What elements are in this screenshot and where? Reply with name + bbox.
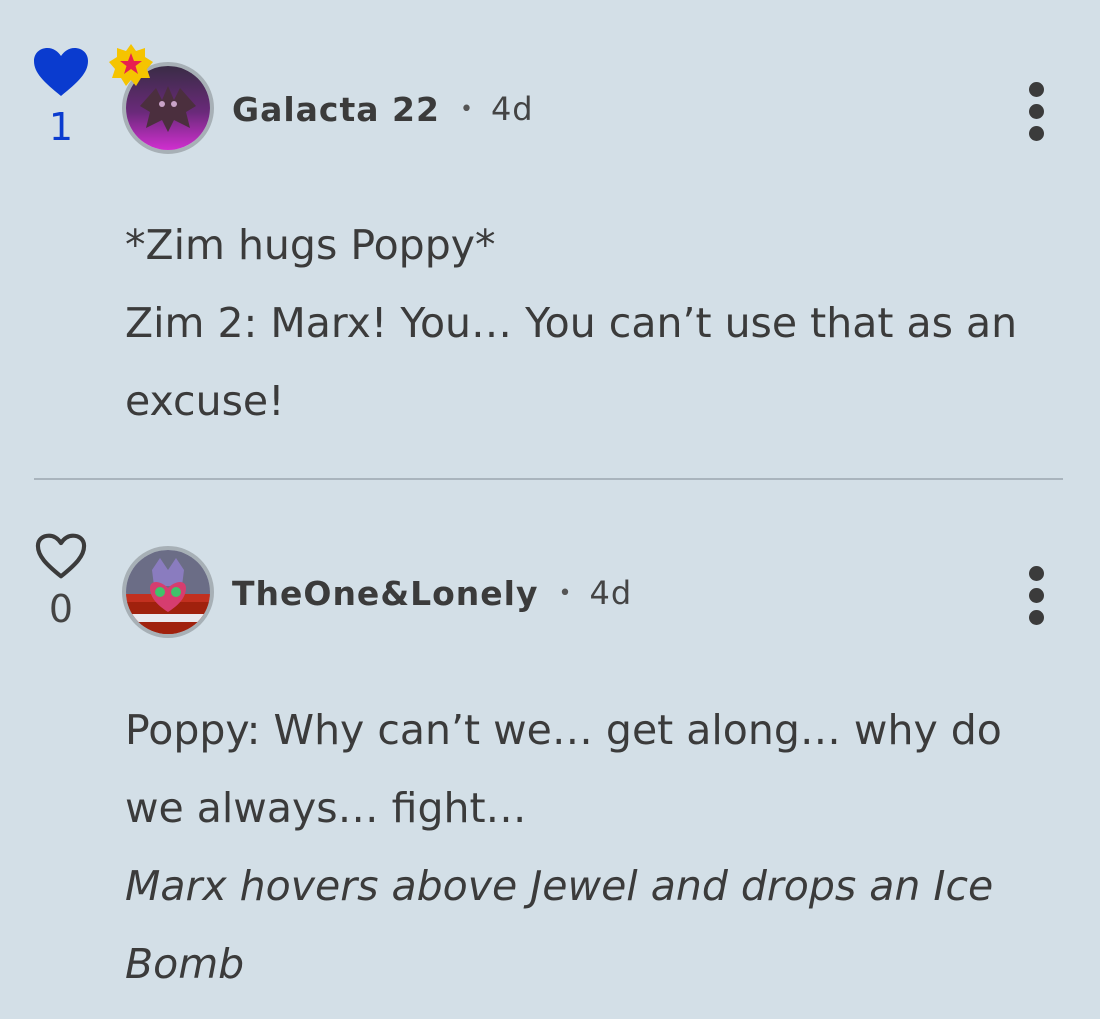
comment: 0 TheOne&Lonely • 4d Poppy: Why can’t we… [0, 480, 1100, 1019]
like-count: 1 [48, 105, 74, 149]
avatar[interactable] [122, 546, 214, 638]
separator-dot: • [459, 96, 473, 122]
avatar-image [126, 550, 210, 634]
comment-line: Poppy: Why can’t we… get along… why do w… [125, 706, 1002, 832]
comment-body: Poppy: Why can’t we… get along… why do w… [125, 691, 1065, 1003]
comment-line-italic: Marx hovers above Jewel and drops an Ice… [125, 847, 1065, 1003]
comment-body: *Zim hugs Poppy* Zim 2: Marx! You… You c… [125, 206, 1065, 440]
author-name[interactable]: TheOne&Lonely [232, 574, 539, 613]
comment-line: Zim 2: Marx! You… You can’t use that as … [125, 299, 1018, 425]
avatar[interactable] [109, 44, 214, 154]
like-button[interactable]: 1 [30, 46, 92, 150]
timestamp: 4d [589, 574, 633, 612]
comment-meta: TheOne&Lonely • 4d [232, 568, 632, 618]
like-button[interactable]: 0 [30, 532, 92, 632]
comment-meta: Galacta 22 • 4d [232, 84, 534, 134]
more-options-icon[interactable] [1020, 82, 1052, 148]
heart-outline-icon [35, 533, 87, 579]
heart-filled-icon [34, 48, 88, 96]
like-count: 0 [48, 587, 74, 631]
comment: 1 Galacta 22 • 4d *Zim hugs Poppy* Zim 2… [0, 0, 1100, 478]
star-badge-icon [109, 44, 153, 86]
action-text: Marx hovers above Jewel and drops an Ice… [125, 862, 994, 988]
separator-dot: • [558, 580, 572, 606]
timestamp: 4d [490, 90, 534, 128]
more-options-icon[interactable] [1020, 566, 1052, 632]
author-name[interactable]: Galacta 22 [232, 90, 440, 129]
comment-line: *Zim hugs Poppy* [125, 221, 496, 269]
